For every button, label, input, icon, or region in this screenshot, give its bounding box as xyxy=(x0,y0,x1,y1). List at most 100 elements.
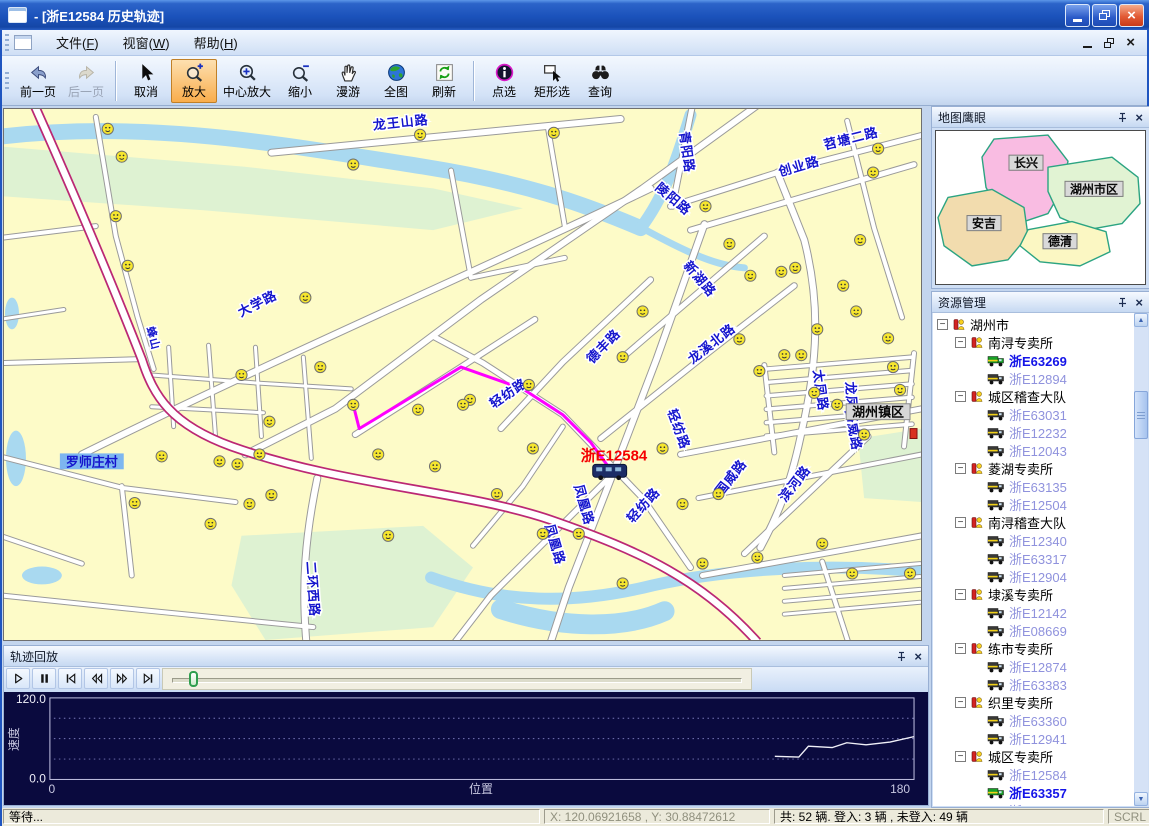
vehicle-smiley-marker[interactable] xyxy=(754,365,765,376)
tree-item-vehicle[interactable]: 浙E12504 xyxy=(935,495,1132,513)
menu-item-2[interactable]: 帮助(H) xyxy=(182,29,250,56)
toolbar-grip[interactable] xyxy=(5,34,9,52)
vehicle-smiley-marker[interactable] xyxy=(637,306,648,317)
toolbar-button-zoom-in[interactable]: 放大 xyxy=(171,59,217,103)
pin-icon[interactable] xyxy=(1117,112,1128,123)
close-panel-icon[interactable]: × xyxy=(1135,297,1143,308)
vehicle-smiley-marker[interactable] xyxy=(527,443,538,454)
tree-item-vehicle[interactable]: 浙E63269 xyxy=(935,351,1132,369)
tree-item-vehicle[interactable]: 浙E12894 xyxy=(935,369,1132,387)
vehicle-smiley-marker[interactable] xyxy=(122,260,133,271)
vehicle-smiley-marker[interactable] xyxy=(873,143,884,154)
vehicle-smiley-marker[interactable] xyxy=(537,528,548,539)
vehicle-smiley-marker[interactable] xyxy=(236,369,247,380)
scrollbar-thumb[interactable] xyxy=(1134,391,1148,439)
tree-item-vehicle[interactable]: 浙E12904 xyxy=(935,567,1132,585)
toolbar-button-pan-hand[interactable]: 漫游 xyxy=(325,59,371,103)
vehicle-smiley-marker[interactable] xyxy=(110,211,121,222)
toolbar-button-rect-select[interactable]: 矩形选 xyxy=(529,59,575,103)
vehicle-smiley-marker[interactable] xyxy=(383,530,394,541)
vehicle-smiley-marker[interactable] xyxy=(809,387,820,398)
vehicle-smiley-marker[interactable] xyxy=(779,350,790,361)
tree-item-vehicle[interactable]: 浙E12340 xyxy=(935,531,1132,549)
vehicle-smiley-marker[interactable] xyxy=(300,292,311,303)
toolbar-button-cancel-cursor[interactable]: 取消 xyxy=(123,59,169,103)
tree-item-vehicle[interactable]: 浙E63135 xyxy=(935,477,1132,495)
vehicle-smiley-marker[interactable] xyxy=(882,333,893,344)
vehicle-smiley-marker[interactable] xyxy=(894,384,905,395)
toolbar-button-zoom-out[interactable]: 缩小 xyxy=(277,59,323,103)
child-close-icon[interactable]: × xyxy=(1126,38,1135,48)
tree-item-vehicle[interactable]: 浙E63031 xyxy=(935,405,1132,423)
vehicle-smiley-marker[interactable] xyxy=(266,490,277,501)
collapse-toggle-icon[interactable]: − xyxy=(955,643,966,654)
pin-icon[interactable] xyxy=(1117,297,1128,308)
map-canvas[interactable]: 龙王山路青阳路苕塘二路创业路陵阳路新湖路大学路蜂山德丰路龙溪北路轻纺路轻纺路轻纺… xyxy=(3,108,922,641)
toolbar-button-prev-page[interactable]: 前一页 xyxy=(15,59,61,103)
scroll-up-icon[interactable]: ▲ xyxy=(1134,313,1148,327)
close-panel-icon[interactable]: × xyxy=(1135,112,1143,123)
vehicle-smiley-marker[interactable] xyxy=(315,361,326,372)
tree-item-group[interactable]: −织里专卖所 xyxy=(935,693,1132,711)
toolbar-button-refresh[interactable]: 刷新 xyxy=(421,59,467,103)
vehicle-smiley-marker[interactable] xyxy=(700,201,711,212)
child-restore-icon[interactable] xyxy=(1104,38,1114,48)
child-window-icon[interactable] xyxy=(14,35,32,50)
vehicle-smiley-marker[interactable] xyxy=(129,497,140,508)
tree-scrollbar[interactable]: ▲ ▼ xyxy=(1134,313,1148,806)
tree-item-vehicle[interactable]: 浙E63360 xyxy=(935,711,1132,729)
tree-item-vehicle[interactable]: 浙E12584 xyxy=(935,765,1132,783)
vehicle-smiley-marker[interactable] xyxy=(752,552,763,563)
playback-slider[interactable] xyxy=(162,668,752,690)
vehicle-smiley-marker[interactable] xyxy=(413,404,424,415)
minimize-button[interactable] xyxy=(1065,4,1090,27)
tree-item-group[interactable]: −菱湖专卖所 xyxy=(935,459,1132,477)
vehicle-smiley-marker[interactable] xyxy=(838,280,849,291)
vehicle-smiley-marker[interactable] xyxy=(348,399,359,410)
vehicle-smiley-marker[interactable] xyxy=(415,129,426,140)
vehicle-smiley-marker[interactable] xyxy=(232,459,243,470)
vehicle-smiley-marker[interactable] xyxy=(373,449,384,460)
vehicle-smiley-marker[interactable] xyxy=(859,429,870,440)
menu-item-0[interactable]: 文件(F) xyxy=(44,29,111,56)
vehicle-smiley-marker[interactable] xyxy=(904,568,915,579)
pause-button[interactable] xyxy=(32,668,56,689)
collapse-toggle-icon[interactable]: − xyxy=(955,589,966,600)
scroll-down-icon[interactable]: ▼ xyxy=(1134,792,1148,806)
step-end-button[interactable] xyxy=(136,668,160,689)
vehicle-smiley-marker[interactable] xyxy=(116,151,127,162)
vehicle-smiley-marker[interactable] xyxy=(244,498,255,509)
tree-item-vehicle[interactable]: 浙E08669 xyxy=(935,621,1132,639)
tree-item-group[interactable]: −练市专卖所 xyxy=(935,639,1132,657)
vehicle-smiley-marker[interactable] xyxy=(617,578,628,589)
vehicle-smiley-marker[interactable] xyxy=(429,461,440,472)
close-panel-icon[interactable]: × xyxy=(914,651,922,662)
toolbar-button-full-map-globe[interactable]: 全图 xyxy=(373,59,419,103)
step-back-button[interactable] xyxy=(58,668,82,689)
collapse-toggle-icon[interactable]: − xyxy=(955,517,966,528)
vehicle-smiley-marker[interactable] xyxy=(491,489,502,500)
vehicle-smiley-marker[interactable] xyxy=(868,167,879,178)
vehicle-smiley-marker[interactable] xyxy=(832,399,843,410)
vehicle-smiley-marker[interactable] xyxy=(573,528,584,539)
vehicle-smiley-marker[interactable] xyxy=(523,379,534,390)
play-button[interactable] xyxy=(6,668,30,689)
tree-item-vehicle[interactable]: 浙E63317 xyxy=(935,549,1132,567)
toolbar-grip-2[interactable] xyxy=(5,72,9,90)
vehicle-smiley-marker[interactable] xyxy=(887,361,898,372)
vehicle-smiley-marker[interactable] xyxy=(254,449,265,460)
vehicle-smiley-marker[interactable] xyxy=(851,306,862,317)
tree-item-group[interactable]: −埭溪专卖所 xyxy=(935,585,1132,603)
vehicle-smiley-marker[interactable] xyxy=(677,498,688,509)
vehicle-smiley-marker[interactable] xyxy=(796,350,807,361)
tree-item-vehicle[interactable]: 浙E12941 xyxy=(935,729,1132,747)
collapse-toggle-icon[interactable]: − xyxy=(955,337,966,348)
vehicle-smiley-marker[interactable] xyxy=(847,568,858,579)
rewind-button[interactable] xyxy=(84,668,108,689)
vehicle-smiley-marker[interactable] xyxy=(724,238,735,249)
vehicle-smiley-marker[interactable] xyxy=(657,443,668,454)
slider-thumb[interactable] xyxy=(189,671,198,687)
vehicle-smiley-marker[interactable] xyxy=(790,262,801,273)
collapse-toggle-icon[interactable]: − xyxy=(955,697,966,708)
tree-item-vehicle[interactable]: 浙E63383 xyxy=(935,675,1132,693)
